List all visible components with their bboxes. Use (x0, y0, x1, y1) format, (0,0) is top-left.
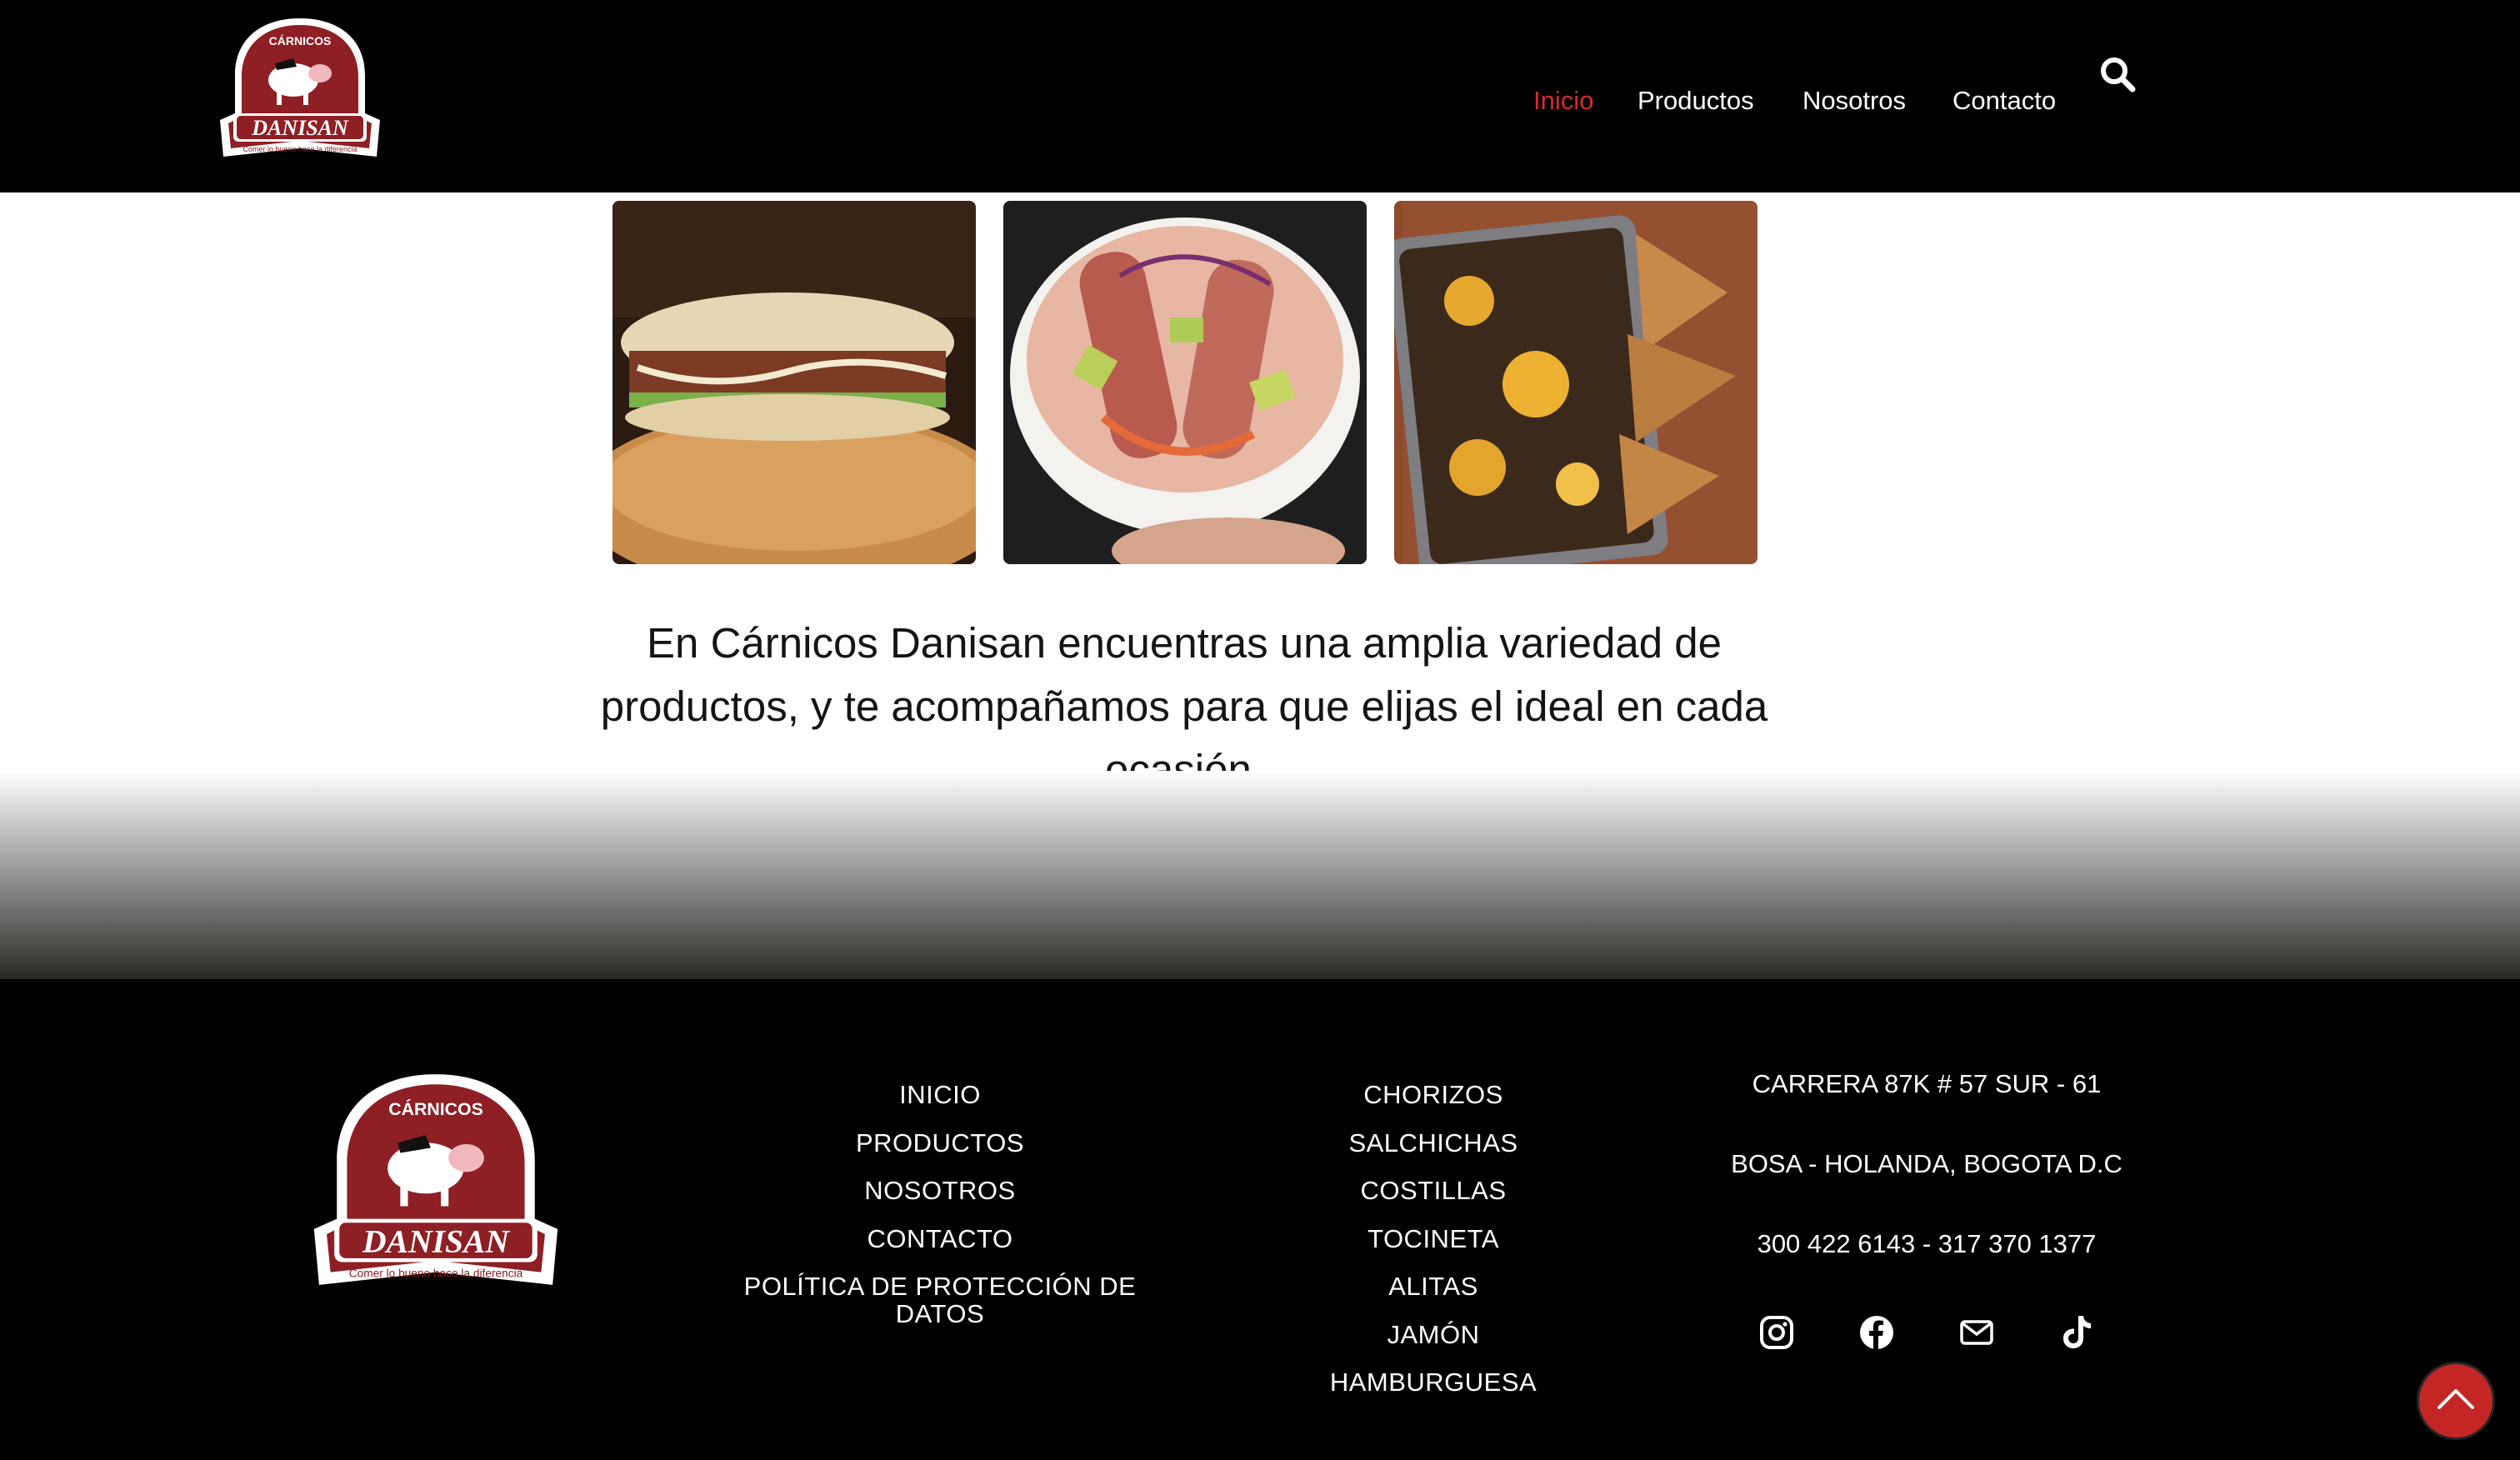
footer-danisan-logo[interactable]: CÁRNICOS DANISAN Comer lo bueno hace la … (308, 1069, 563, 1292)
footer-phones: 300 422 6143 - 317 370 1377 (1757, 1229, 2097, 1258)
sandwich-photo (612, 201, 976, 564)
danisan-logo[interactable]: CÁRNICOS DANISAN Comer lo bueno hace la … (217, 15, 383, 162)
mail-icon[interactable] (1957, 1312, 1997, 1352)
footer-product-costillas[interactable]: COSTILLAS (1267, 1167, 1600, 1215)
chevron-up-icon (2438, 1389, 2474, 1409)
nav-productos[interactable]: Productos (1638, 80, 1754, 122)
nav-nosotros[interactable]: Nosotros (1802, 80, 1906, 122)
footer-product-jamon[interactable]: JAMÓN (1267, 1311, 1600, 1359)
footer-link-nosotros[interactable]: NOSOTROS (717, 1167, 1163, 1215)
footer-address-line1: CARRERA 87K # 57 SUR - 61 (1752, 1069, 2102, 1098)
footer-logo-top-text: CÁRNICOS (388, 1098, 483, 1119)
footer-contact-info: CARRERA 87K # 57 SUR - 61 BOSA - HOLANDA… (1700, 1068, 2153, 1261)
footer-products: CHORIZOS SALCHICHAS COSTILLAS TOCINETA A… (1267, 1071, 1600, 1407)
logo-top-text: CÁRNICOS (269, 34, 332, 48)
footer-product-alitas[interactable]: ALITAS (1267, 1262, 1600, 1311)
logo-tagline: Comer lo bueno hace la diferencia (242, 145, 357, 153)
footer-link-inicio[interactable]: INICIO (717, 1071, 1163, 1119)
footer-product-chorizos[interactable]: CHORIZOS (1267, 1071, 1600, 1119)
footer-logo-tagline: Comer lo bueno hace la diferencia (349, 1268, 523, 1280)
footer-menu: INICIO PRODUCTOS NOSOTROS CONTACTO POLÍT… (717, 1071, 1163, 1328)
site-footer: CÁRNICOS DANISAN Comer lo bueno hace la … (0, 979, 2520, 1460)
scroll-to-top-button[interactable] (2419, 1364, 2492, 1438)
site-header: CÁRNICOS DANISAN Comer lo bueno hace la … (0, 0, 2520, 192)
footer-product-hamburguesa[interactable]: HAMBURGUESA (1267, 1358, 1600, 1407)
section-gradient (0, 771, 2520, 979)
footer-address-line2: BOSA - HOLANDA, BOGOTA D.C (1731, 1149, 2122, 1178)
footer-link-contacto[interactable]: CONTACTO (717, 1215, 1163, 1263)
footer-logo-name: DANISAN (362, 1222, 510, 1259)
facebook-icon[interactable] (1857, 1312, 1897, 1352)
footer-product-salchichas[interactable]: SALCHICHAS (1267, 1119, 1600, 1168)
logo-name: DANISAN (251, 116, 349, 140)
nav-inicio[interactable]: Inicio (1533, 80, 1593, 122)
tiktok-icon[interactable] (2057, 1312, 2097, 1352)
footer-link-politica[interactable]: POLÍTICA DE PROTECCIÓN DE DATOS (717, 1262, 1163, 1328)
instagram-icon[interactable] (1757, 1312, 1797, 1352)
nachos-photo (1394, 201, 1758, 564)
search-icon[interactable] (2098, 55, 2137, 93)
footer-link-productos[interactable]: PRODUCTOS (717, 1119, 1163, 1168)
salchicha-bowl-photo (1003, 201, 1367, 564)
nav-contacto[interactable]: Contacto (1952, 80, 2056, 122)
footer-product-tocineta[interactable]: TOCINETA (1267, 1215, 1600, 1263)
